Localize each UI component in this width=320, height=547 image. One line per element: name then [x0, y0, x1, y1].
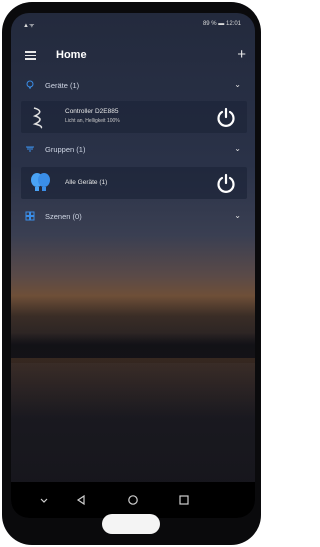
battery-clock: 89 % ▬ 12:01 [202, 21, 241, 27]
signal-indicators: ▲ᯤ [23, 23, 35, 29]
chevron-down-icon[interactable]: ⌄ [234, 144, 241, 153]
home-icon[interactable] [126, 493, 140, 507]
page-title: Home [56, 49, 87, 61]
section-scenes[interactable]: Szenen (0) ⌄ [11, 208, 255, 226]
system-nav-bar [11, 482, 255, 518]
scenes-icon [25, 211, 35, 221]
app-bar: Home + [11, 46, 255, 69]
phone-frame: ▲ᯤ 89 % ▬ 12:01 Home + Geräte (1) ⌄ Cont… [2, 2, 261, 545]
background-reflection [11, 358, 255, 418]
back-icon[interactable] [74, 493, 88, 507]
section-groups[interactable]: Gruppen (1) ⌄ [11, 141, 255, 159]
device-card[interactable]: Controller D2E885 Licht an, Helligkeit 1… [21, 101, 247, 133]
power-icon[interactable] [215, 172, 237, 194]
lightbulb-icon [26, 80, 34, 89]
recents-icon[interactable] [177, 493, 191, 507]
app-screen: ▲ᯤ 89 % ▬ 12:01 Home + Geräte (1) ⌄ Cont… [11, 13, 255, 518]
add-icon[interactable]: + [237, 46, 246, 63]
section-devices[interactable]: Geräte (1) ⌄ [11, 77, 255, 95]
device-status: Licht an, Helligkeit 100% [65, 118, 120, 124]
bulbs-icon [31, 173, 50, 191]
led-strip-icon [32, 107, 43, 129]
device-name: Controller D2E885 [65, 108, 119, 115]
section-label: Geräte (1) [45, 81, 80, 90]
menu-icon[interactable] [25, 51, 36, 60]
power-icon[interactable] [215, 106, 237, 128]
hardware-home-button [102, 514, 160, 534]
group-card[interactable]: Alle Geräte (1) [21, 167, 247, 199]
chevron-down-icon[interactable]: ⌄ [234, 211, 241, 220]
group-name: Alle Geräte (1) [65, 179, 108, 186]
section-label: Gruppen (1) [45, 145, 86, 154]
section-label: Szenen (0) [45, 212, 82, 221]
group-icon [26, 146, 34, 152]
status-bar: ▲ᯤ 89 % ▬ 12:01 [11, 19, 255, 33]
chevron-down-icon[interactable] [37, 493, 51, 507]
chevron-down-icon[interactable]: ⌄ [234, 80, 241, 89]
